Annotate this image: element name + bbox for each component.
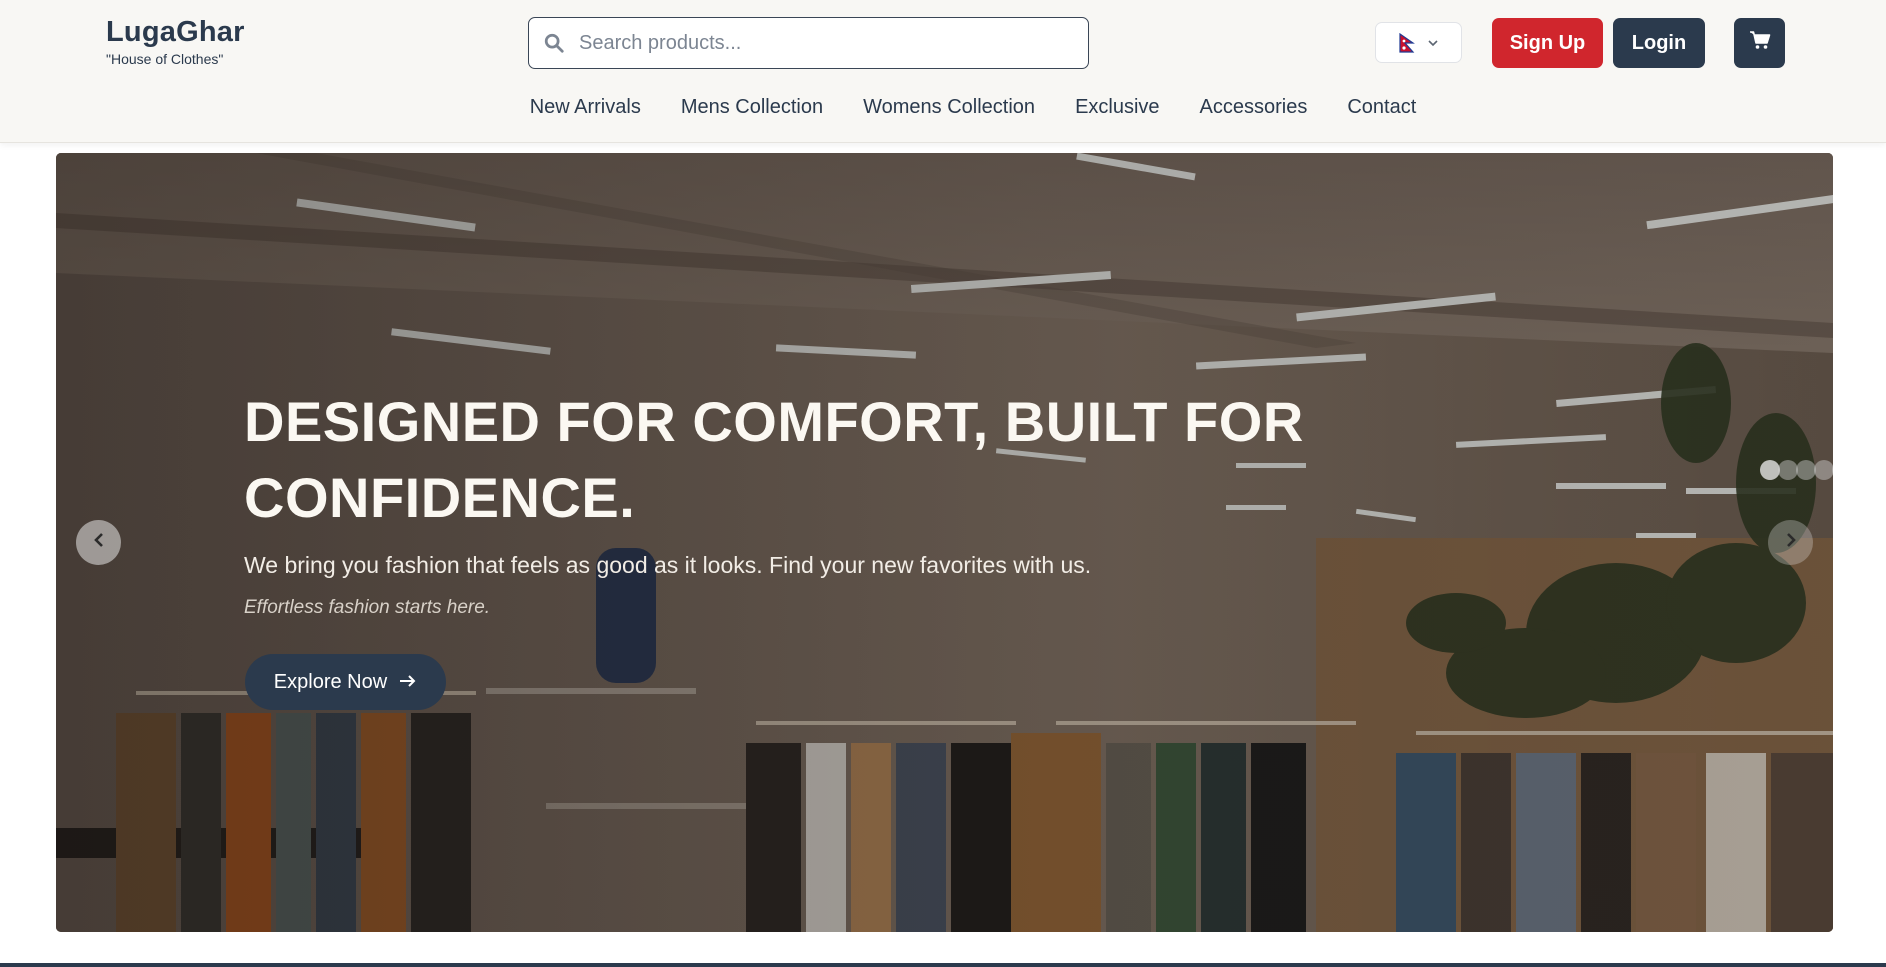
nav-exclusive[interactable]: Exclusive: [1075, 96, 1159, 119]
hero-tagline: Effortless fashion starts here.: [244, 597, 491, 618]
hero-subtitle: We bring you fashion that feels as good …: [244, 552, 1092, 578]
cart-button[interactable]: [1734, 18, 1785, 68]
language-selector[interactable]: [1375, 22, 1462, 63]
cart-icon: [1749, 30, 1771, 56]
explore-now-button[interactable]: Explore Now: [245, 654, 446, 710]
nav-womens-collection[interactable]: Womens Collection: [863, 96, 1035, 119]
chevron-down-icon: [1427, 37, 1439, 49]
brand-tagline: "House of Clothes": [106, 51, 224, 67]
carousel-indicators: [1760, 460, 1833, 480]
nepal-flag-icon: [1398, 32, 1415, 53]
chevron-left-icon: [91, 532, 107, 553]
chevron-right-icon: [1783, 532, 1799, 553]
carousel-dot[interactable]: [1814, 460, 1833, 480]
brand-logo[interactable]: LugaGhar "House of Clothes": [106, 16, 245, 67]
search-input[interactable]: [579, 31, 1059, 55]
carousel-dot[interactable]: [1832, 460, 1833, 480]
site-header: LugaGhar "House of Clothes" Sign Up Logi…: [0, 0, 1886, 143]
page-bottom-divider: [0, 963, 1886, 967]
carousel-dot[interactable]: [1796, 460, 1816, 480]
nav-accessories[interactable]: Accessories: [1200, 96, 1308, 119]
search-bar[interactable]: [528, 17, 1089, 69]
hero-carousel: DESIGNED FOR COMFORT, BUILT FOR CONFIDEN…: [56, 153, 1833, 932]
explore-now-label: Explore Now: [273, 670, 388, 693]
signup-button[interactable]: Sign Up: [1492, 18, 1603, 68]
search-icon: [543, 32, 565, 54]
nav-mens-collection[interactable]: Mens Collection: [681, 96, 823, 119]
hero-title: DESIGNED FOR COMFORT, BUILT FOR CONFIDEN…: [244, 390, 1304, 529]
hero-overlay: [56, 153, 1833, 932]
arrow-right-icon: [399, 671, 417, 694]
nav-contact[interactable]: Contact: [1347, 96, 1416, 119]
nav-new-arrivals[interactable]: New Arrivals: [530, 96, 641, 119]
carousel-dot[interactable]: [1778, 460, 1798, 480]
login-button[interactable]: Login: [1613, 18, 1705, 68]
carousel-next-button[interactable]: [1768, 520, 1813, 565]
brand-name[interactable]: LugaGhar: [106, 16, 245, 49]
carousel-prev-button[interactable]: [76, 520, 121, 565]
carousel-dot[interactable]: [1760, 460, 1780, 480]
main-nav: New Arrivals Mens Collection Womens Coll…: [0, 96, 1886, 119]
